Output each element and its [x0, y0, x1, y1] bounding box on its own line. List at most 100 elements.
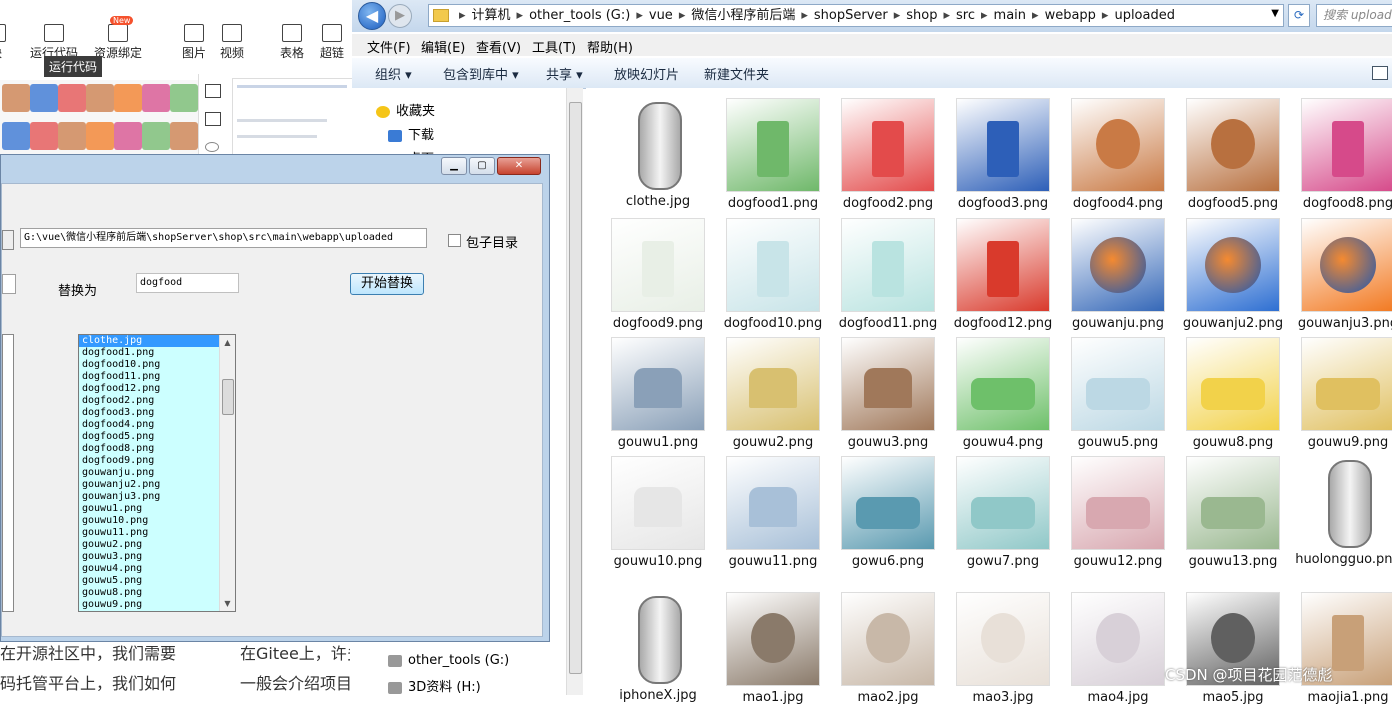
file-item[interactable]: dogfood10.png	[717, 218, 829, 332]
toolbar-button[interactable]: 视频	[220, 24, 244, 61]
file-item[interactable]: gouwu12.png	[1062, 456, 1174, 570]
file-item[interactable]: gouwanju3.png	[1292, 218, 1392, 332]
file-item[interactable]: gouwu13.png	[1177, 456, 1289, 570]
start-replace-button[interactable]: 开始替换	[350, 273, 424, 295]
file-item[interactable]: gouwu4.png	[947, 337, 1059, 451]
resource-thumbnail[interactable]	[142, 84, 170, 112]
file-item[interactable]: dogfood2.png	[832, 98, 944, 212]
resource-thumbnail[interactable]	[2, 122, 30, 150]
file-listbox[interactable]: clothe.jpg dogfood1.png dogfood10.png dogfo…	[78, 334, 236, 612]
resource-thumbnail[interactable]	[170, 84, 198, 112]
command-button[interactable]: 共享 ▾	[546, 64, 583, 83]
resource-thumbnail[interactable]	[58, 84, 86, 112]
file-item[interactable]: iphoneX.jpg	[602, 592, 714, 704]
file-item[interactable]: gouwu9.png	[1292, 337, 1392, 451]
layout-icon[interactable]	[205, 84, 221, 98]
file-item[interactable]: dogfood1.png	[717, 98, 829, 212]
scroll-up-icon[interactable]: ▲	[220, 335, 235, 350]
toolbar-button[interactable]: 块	[0, 24, 6, 61]
file-item[interactable]: gouwu2.png	[717, 337, 829, 451]
file-item[interactable]: dogfood4.png	[1062, 98, 1174, 212]
breadcrumb-separator-icon[interactable]: ▸	[1102, 8, 1109, 23]
breadcrumb-separator-icon[interactable]: ▸	[1032, 8, 1039, 23]
list-item[interactable]: gouwu5.png	[79, 575, 235, 587]
breadcrumb-item[interactable]: vue	[649, 8, 673, 23]
list-item[interactable]: dogfood3.png	[79, 407, 235, 419]
breadcrumb-separator-icon[interactable]: ▸	[801, 8, 808, 23]
resource-thumbnail[interactable]	[86, 122, 114, 150]
resource-thumbnail[interactable]	[58, 122, 86, 150]
list-item[interactable]: dogfood8.png	[79, 443, 235, 455]
resource-thumbnail[interactable]	[170, 122, 198, 150]
list-item[interactable]: gouwu9.png	[79, 599, 235, 611]
list-item[interactable]: dogfood10.png	[79, 359, 235, 371]
resource-thumbnail[interactable]	[142, 122, 170, 150]
breadcrumb-item[interactable]: src	[956, 8, 975, 23]
file-item[interactable]: dogfood11.png	[832, 218, 944, 332]
file-item[interactable]: dogfood8.png	[1292, 98, 1392, 212]
command-button[interactable]: 放映幻灯片	[614, 64, 679, 83]
list-item[interactable]: dogfood12.png	[79, 383, 235, 395]
file-item[interactable]: gouwu1.png	[602, 337, 714, 451]
listbox-scroll-thumb[interactable]	[222, 379, 234, 415]
menu-item[interactable]: 文件(F)	[367, 37, 411, 56]
resource-thumbnail[interactable]	[30, 122, 58, 150]
refresh-button[interactable]: ⟳	[1288, 4, 1310, 27]
browse-button[interactable]	[2, 230, 14, 250]
file-item[interactable]: maojia1.png	[1292, 592, 1392, 706]
toolbar-button[interactable]: 超链	[320, 24, 344, 61]
list-item[interactable]: gouwu10.png	[79, 515, 235, 527]
file-item[interactable]: dogfood9.png	[602, 218, 714, 332]
list-item[interactable]: gouwu11.png	[79, 527, 235, 539]
file-item[interactable]: mao3.jpg	[947, 592, 1059, 706]
resource-thumbnail[interactable]	[2, 84, 30, 112]
nav-item[interactable]: 3D资料 (H:)	[388, 676, 481, 695]
list-item[interactable]: dogfood1.png	[79, 347, 235, 359]
file-item[interactable]: gouwu3.png	[832, 337, 944, 451]
list-item[interactable]: gouwu3.png	[79, 551, 235, 563]
path-input[interactable]: G:\vue\微信小程序前后端\shopServer\shop\src\main…	[20, 228, 427, 248]
list-item[interactable]: gouwu8.png	[79, 587, 235, 599]
subdir-checkbox[interactable]	[448, 234, 461, 247]
original-list[interactable]	[2, 334, 14, 612]
maximize-button[interactable]: ▢	[469, 157, 495, 175]
chevron-down-icon[interactable]: ▼	[1271, 8, 1279, 19]
menu-item[interactable]: 工具(T)	[532, 37, 576, 56]
breadcrumb-item[interactable]: 计算机	[472, 8, 511, 23]
breadcrumb-item[interactable]: 微信小程序前后端	[691, 8, 795, 23]
toolbar-button[interactable]: 图片	[182, 24, 206, 61]
menu-item[interactable]: 帮助(H)	[587, 37, 633, 56]
file-item[interactable]: gowu6.png	[832, 456, 944, 570]
list-item[interactable]: gouwanju.png	[79, 467, 235, 479]
breadcrumb-separator-icon[interactable]: ▸	[981, 8, 988, 23]
breadcrumb-item[interactable]: other_tools (G:)	[529, 8, 630, 23]
menu-item[interactable]: 编辑(E)	[421, 37, 465, 56]
breadcrumb-separator-icon[interactable]: ▸	[894, 8, 901, 23]
address-box[interactable]: ▸ 计算机 ▸ other_tools (G:) ▸ vue ▸ 微信小程序前后端 ▸ shopS…	[428, 4, 1284, 27]
list-item[interactable]: gouwanju2.png	[79, 479, 235, 491]
find-input[interactable]	[2, 274, 16, 294]
file-item[interactable]: gouwu11.png	[717, 456, 829, 570]
list-item[interactable]: dogfood9.png	[79, 455, 235, 467]
list-item[interactable]: gouwu4.png	[79, 563, 235, 575]
minimize-button[interactable]: ▁	[441, 157, 467, 175]
file-item[interactable]: dogfood12.png	[947, 218, 1059, 332]
file-item[interactable]: mao4.jpg	[1062, 592, 1174, 706]
breadcrumb-item[interactable]: main	[994, 8, 1026, 23]
breadcrumb-separator-icon[interactable]: ▸	[636, 8, 643, 23]
breadcrumb-item[interactable]: uploaded	[1114, 8, 1175, 23]
list-item[interactable]: dogfood5.png	[79, 431, 235, 443]
command-button[interactable]: 新建文件夹	[704, 64, 769, 83]
list-item[interactable]: gouwanju3.png	[79, 491, 235, 503]
resource-thumbnail[interactable]	[114, 122, 142, 150]
file-item[interactable]: mao1.jpg	[717, 592, 829, 706]
resource-thumbnail[interactable]	[30, 84, 58, 112]
menu-item[interactable]: 查看(V)	[476, 37, 521, 56]
resource-thumbnail[interactable]	[86, 84, 114, 112]
breadcrumb-separator-icon[interactable]: ▸	[679, 8, 686, 23]
file-item[interactable]: gouwanju.png	[1062, 218, 1174, 332]
breadcrumb-separator-icon[interactable]: ▸	[459, 8, 466, 23]
view-options-icon[interactable]	[1372, 66, 1388, 80]
list-item[interactable]: gouwu1.png	[79, 503, 235, 515]
file-item[interactable]: dogfood3.png	[947, 98, 1059, 212]
